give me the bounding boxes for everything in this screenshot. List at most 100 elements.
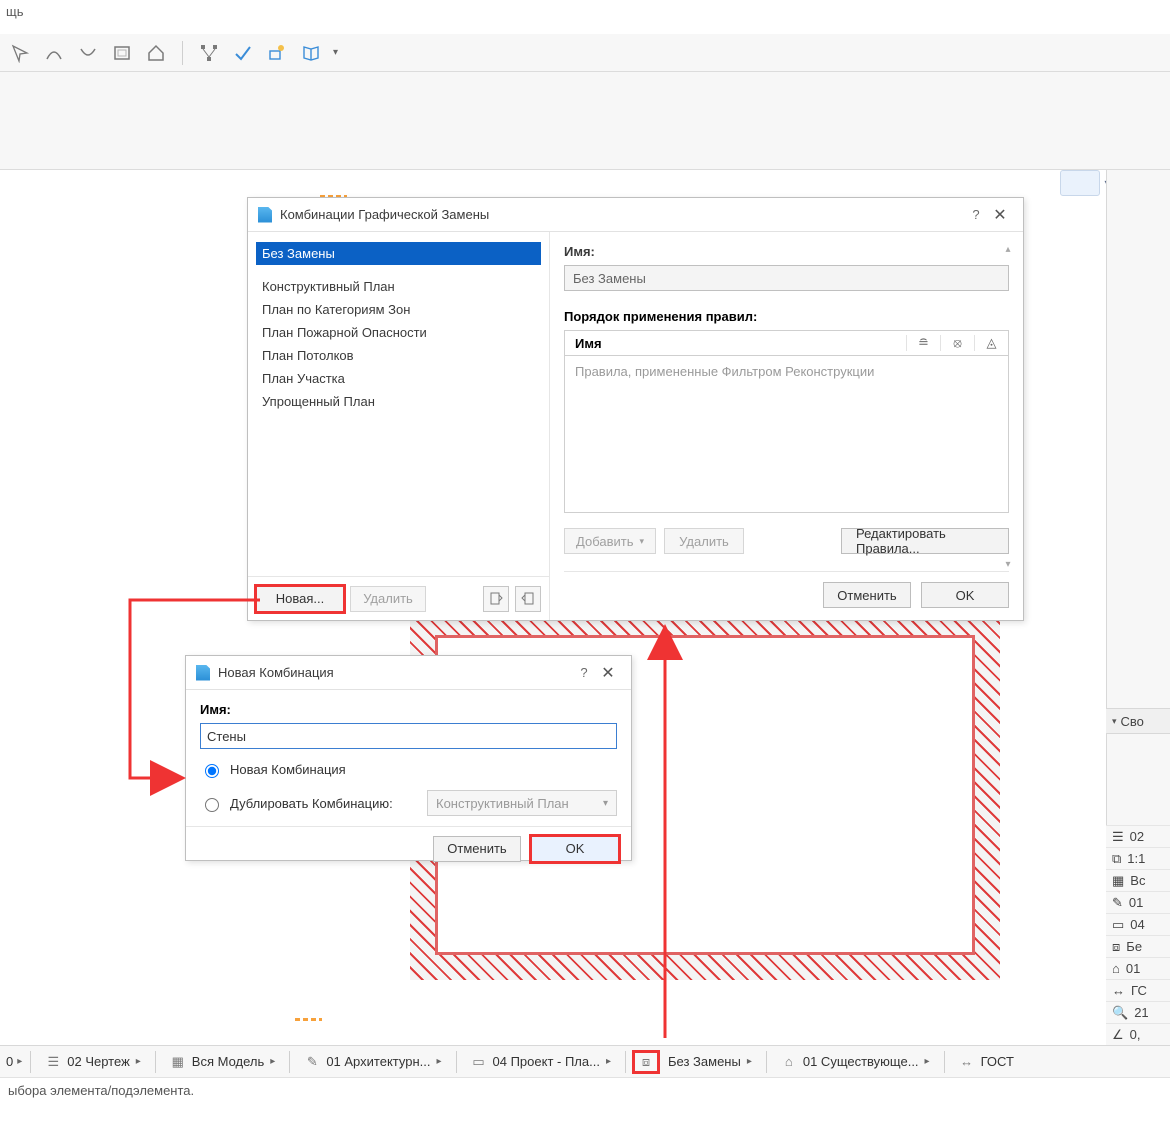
toolbar-btn-nodes-icon[interactable]: [197, 41, 221, 65]
list-item[interactable]: План Участка: [256, 367, 541, 390]
status-bar: ыбора элемента/подэлемента.: [0, 1077, 1170, 1102]
toolbar-btn-locklayer-icon[interactable]: [265, 41, 289, 65]
new-combination-button[interactable]: Новая...: [256, 586, 344, 612]
rules-col-fill-icon[interactable]: ⦻: [940, 335, 974, 351]
chevron-down-icon: ▾: [603, 798, 608, 809]
dialog-graphic-override: Комбинации Графической Замены ? ✕ Без За…: [247, 197, 1024, 621]
properties-panel-header[interactable]: ▾ Сво: [1106, 708, 1170, 734]
info-row[interactable]: ▦Вс: [1106, 869, 1170, 891]
info-row[interactable]: ↔ГС: [1106, 979, 1170, 1001]
duplicate-source-combo[interactable]: Конструктивный План ▾: [427, 790, 617, 816]
dialog2-ok-button[interactable]: OK: [531, 836, 619, 862]
dock-grip2-icon[interactable]: [295, 1018, 322, 1021]
radio-dup-input[interactable]: [205, 798, 219, 812]
info-row[interactable]: ⌂01: [1106, 957, 1170, 979]
menu-help[interactable]: щь: [6, 4, 23, 19]
list-item[interactable]: План Потолков: [256, 344, 541, 367]
toolbar-btn-check-icon[interactable]: [231, 41, 255, 65]
dialog1-ok-button[interactable]: OK: [921, 582, 1009, 608]
dialog2-help-button[interactable]: ?: [573, 665, 595, 680]
delete-combination-button[interactable]: Удалить: [350, 586, 426, 612]
rules-col-surface-icon[interactable]: ◬: [974, 335, 1008, 351]
qb-mvo-combo[interactable]: ▭04 Проект - Пла...▸: [465, 1054, 617, 1070]
qb-dim-combo[interactable]: ↔ГОСТ: [953, 1054, 1020, 1070]
radio-duplicate-combination[interactable]: Дублировать Комбинацию: Конструктивный П…: [200, 790, 617, 816]
qb-penset-combo[interactable]: ✎01 Архитектурн...▸: [298, 1054, 447, 1070]
ribbon-band: [0, 72, 1170, 170]
qb-structure-combo[interactable]: ▦Вся Модель▸: [164, 1054, 282, 1070]
list-item[interactable]: План Пожарной Опасности: [256, 321, 541, 344]
info-row[interactable]: ✎01: [1106, 891, 1170, 913]
view-switch-button[interactable]: [1060, 170, 1100, 196]
toolbar-btn-book-icon[interactable]: [299, 41, 323, 65]
scroll-up-icon[interactable]: ▴: [1005, 244, 1010, 255]
list-item[interactable]: Упрощенный План: [256, 390, 541, 413]
dialog1-cancel-button[interactable]: Отменить: [823, 582, 911, 608]
properties-mini-list: ☰02 ⧉1:1 ▦Вс ✎01 ▭04 ⧈Бе ⌂01 ↔ГС 🔍21 ∠0,: [1106, 825, 1170, 1045]
collapse-triangle-icon[interactable]: ▾: [1112, 716, 1117, 727]
name-input[interactable]: Без Замены: [564, 265, 1009, 291]
toolbar-separator-1: [182, 41, 183, 65]
qb-override-combo[interactable]: Без Замены▸: [662, 1054, 758, 1069]
chevron-right-icon[interactable]: ▸: [17, 1056, 22, 1067]
info-row[interactable]: ▭04: [1106, 913, 1170, 935]
qb-zoom-value[interactable]: 0: [6, 1054, 13, 1069]
list-item[interactable]: Конструктивный План: [256, 275, 541, 298]
dialog2-footer: Отменить OK: [186, 826, 631, 870]
dialog2-cancel-button[interactable]: Отменить: [433, 836, 521, 862]
toolbar-btn-arc2-icon[interactable]: [76, 41, 100, 65]
list-scrollbar[interactable]: ▴: [999, 244, 1017, 255]
edit-rules-button[interactable]: Редактировать Правила...: [841, 528, 1009, 554]
toolbar-btn-box-icon[interactable]: [110, 41, 134, 65]
info-row[interactable]: ☰02: [1106, 825, 1170, 847]
add-rule-button[interactable]: Добавить ▾: [564, 528, 656, 554]
dialog-new-combination: Новая Комбинация ? ✕ Имя: Новая Комбинац…: [185, 655, 632, 861]
toolbar: ▾: [0, 34, 1170, 72]
combination-list-pane: Без Замены Конструктивный План План по К…: [248, 232, 550, 620]
dialog2-name-input[interactable]: [200, 723, 617, 749]
dialog2-title: Новая Комбинация: [218, 665, 573, 680]
list-item[interactable]: План по Категориям Зон: [256, 298, 541, 321]
toolbar-dropdown-arrow-icon[interactable]: ▾: [333, 47, 338, 58]
qb-layer-combo[interactable]: ☰02 Чертеж▸: [39, 1054, 147, 1070]
info-row[interactable]: ⧈Бе: [1106, 935, 1170, 957]
qb-reno-combo[interactable]: ⌂01 Существующе...▸: [775, 1054, 936, 1070]
scale-icon: ⧉: [1112, 851, 1121, 867]
override-icon: ⧈: [638, 1054, 654, 1070]
rules-table-body[interactable]: Правила, примененные Фильтром Реконструк…: [564, 356, 1009, 513]
combination-settings-pane: Имя: Без Замены Порядок применения прави…: [550, 232, 1023, 620]
pen-icon: ✎: [1112, 895, 1123, 911]
dialog1-titlebar[interactable]: Комбинации Графической Замены ? ✕: [248, 198, 1023, 232]
chevron-down-icon: ▾: [639, 536, 644, 547]
list-scrollbar-down[interactable]: ▾: [999, 559, 1017, 570]
info-row[interactable]: 🔍21: [1106, 1001, 1170, 1023]
dialog1-close-button[interactable]: ✕: [987, 205, 1013, 225]
toolbar-btn-house-icon[interactable]: [144, 41, 168, 65]
angle-icon: ∠: [1112, 1027, 1124, 1043]
toolbar-btn-arc-icon[interactable]: [42, 41, 66, 65]
radio-new-combination[interactable]: Новая Комбинация: [200, 761, 617, 778]
rules-col-line-icon[interactable]: ≘: [906, 335, 940, 351]
toolbar-btn-cursor-icon[interactable]: [8, 41, 32, 65]
dialog2-close-button[interactable]: ✕: [595, 663, 621, 683]
import-button-icon[interactable]: [483, 586, 509, 612]
chevron-right-icon: ▸: [925, 1056, 930, 1067]
qb-override-icon-button[interactable]: ⧈: [634, 1052, 658, 1072]
combo-value: Конструктивный План: [436, 796, 569, 811]
radio-new-label: Новая Комбинация: [230, 762, 346, 777]
info-row[interactable]: ∠0,: [1106, 1023, 1170, 1045]
export-button-icon[interactable]: [515, 586, 541, 612]
info-row[interactable]: ⧉1:1: [1106, 847, 1170, 869]
dialog1-help-button[interactable]: ?: [965, 207, 987, 222]
layers-icon: ☰: [45, 1054, 61, 1070]
combination-list[interactable]: Без Замены Конструктивный План План по К…: [248, 232, 549, 576]
radio-new-input[interactable]: [205, 764, 219, 778]
rules-placeholder: Правила, примененные Фильтром Реконструк…: [575, 364, 874, 379]
scroll-down-icon[interactable]: ▾: [1005, 559, 1010, 570]
list-item-selected[interactable]: Без Замены: [256, 242, 541, 265]
radio-dup-label: Дублировать Комбинацию:: [230, 796, 393, 811]
dialog2-titlebar[interactable]: Новая Комбинация ? ✕: [186, 656, 631, 690]
zoom-icon: 🔍: [1112, 1005, 1128, 1021]
mvo-icon: ▭: [1112, 917, 1124, 933]
remove-rule-button[interactable]: Удалить: [664, 528, 744, 554]
